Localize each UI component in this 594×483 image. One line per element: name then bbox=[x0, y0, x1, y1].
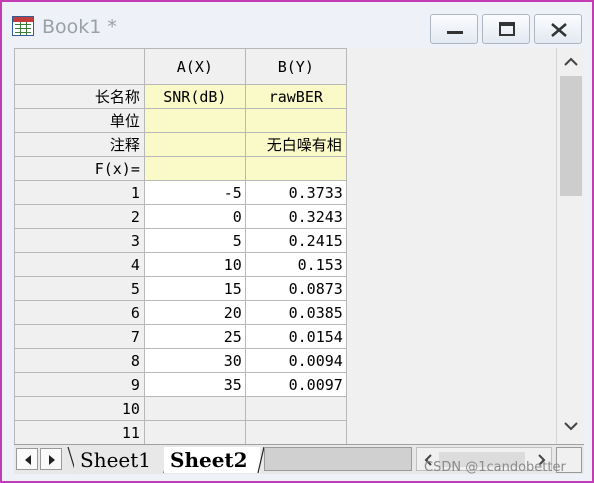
maximize-button[interactable] bbox=[482, 14, 530, 44]
row-number[interactable]: 11 bbox=[14, 420, 145, 445]
cell-b-units[interactable] bbox=[244, 108, 347, 133]
cell-b[interactable]: 0.0385 bbox=[244, 300, 347, 325]
cell-a[interactable]: 5 bbox=[143, 228, 246, 253]
cell-b-fx[interactable] bbox=[244, 156, 347, 181]
row-number[interactable]: 6 bbox=[14, 300, 145, 325]
cell-a-units[interactable] bbox=[143, 108, 246, 133]
vertical-scrollbar[interactable] bbox=[556, 48, 584, 444]
cell-b[interactable]: 0.0094 bbox=[244, 348, 347, 373]
cell-b[interactable]: 0.0154 bbox=[244, 324, 347, 349]
cell-a[interactable]: -5 bbox=[143, 180, 246, 205]
window-title: Book1 * bbox=[42, 16, 117, 38]
cell-a[interactable] bbox=[143, 420, 246, 445]
cell-b[interactable]: 0.3733 bbox=[244, 180, 347, 205]
maximize-icon bbox=[499, 22, 515, 36]
cell-a[interactable] bbox=[143, 396, 246, 421]
cell-b[interactable]: 0.0873 bbox=[244, 276, 347, 301]
close-icon bbox=[551, 23, 567, 37]
vertical-scroll-thumb[interactable] bbox=[560, 76, 582, 196]
column-header-a[interactable]: A(X) bbox=[143, 48, 246, 85]
cell-a[interactable]: 15 bbox=[143, 276, 246, 301]
cell-a[interactable]: 30 bbox=[143, 348, 246, 373]
empty-area bbox=[346, 48, 556, 445]
tab-area-splitter[interactable] bbox=[264, 447, 412, 471]
cell-a-comments[interactable] bbox=[143, 132, 246, 157]
cell-b[interactable]: 0.0097 bbox=[244, 372, 347, 397]
row-label-fx[interactable]: F(x)= bbox=[14, 156, 145, 181]
workbook-window: Book1 * A(X) B(Y) 长名称 SNR(dB) rawBER 单位 … bbox=[0, 0, 594, 483]
cell-a[interactable]: 35 bbox=[143, 372, 246, 397]
row-number[interactable]: 5 bbox=[14, 276, 145, 301]
close-button[interactable] bbox=[534, 14, 582, 44]
triangle-right-icon bbox=[49, 455, 55, 465]
tab-sheet2[interactable]: Sheet2 bbox=[164, 447, 260, 473]
column-header-b[interactable]: B(Y) bbox=[244, 48, 347, 85]
next-sheet-button[interactable] bbox=[40, 448, 62, 470]
cell-b-comments[interactable]: 无白噪有相 bbox=[244, 132, 347, 157]
cell-a-fx[interactable] bbox=[143, 156, 246, 181]
minimize-icon bbox=[447, 31, 463, 34]
cell-a[interactable]: 25 bbox=[143, 324, 246, 349]
watermark-text: CSDN @1candobetter bbox=[424, 460, 566, 475]
title-bar[interactable]: Book1 * bbox=[2, 2, 592, 44]
corner-cell[interactable] bbox=[14, 48, 145, 85]
cell-a[interactable]: 20 bbox=[143, 300, 246, 325]
previous-sheet-button[interactable] bbox=[16, 448, 38, 470]
row-number[interactable]: 9 bbox=[14, 372, 145, 397]
row-label-comments[interactable]: 注释 bbox=[14, 132, 145, 157]
row-label-units[interactable]: 单位 bbox=[14, 108, 145, 133]
triangle-left-icon bbox=[25, 455, 31, 465]
cell-a-long-name[interactable]: SNR(dB) bbox=[143, 84, 246, 109]
cell-b-long-name[interactable]: rawBER bbox=[244, 84, 347, 109]
scroll-up-icon[interactable] bbox=[563, 56, 579, 68]
row-number[interactable]: 2 bbox=[14, 204, 145, 229]
cell-b[interactable] bbox=[244, 396, 347, 421]
cell-b[interactable]: 0.2415 bbox=[244, 228, 347, 253]
cell-a[interactable]: 10 bbox=[143, 252, 246, 277]
row-number[interactable]: 7 bbox=[14, 324, 145, 349]
cell-b[interactable]: 0.153 bbox=[244, 252, 347, 277]
scroll-down-icon[interactable] bbox=[563, 420, 579, 432]
row-number[interactable]: 8 bbox=[14, 348, 145, 373]
workbook-icon[interactable] bbox=[12, 16, 34, 36]
row-number[interactable]: 1 bbox=[14, 180, 145, 205]
cell-b[interactable]: 0.3243 bbox=[244, 204, 347, 229]
row-number[interactable]: 10 bbox=[14, 396, 145, 421]
worksheet-grid[interactable]: A(X) B(Y) 长名称 SNR(dB) rawBER 单位 注释 无白噪有相… bbox=[14, 48, 556, 445]
cell-b[interactable] bbox=[244, 420, 347, 445]
row-number[interactable]: 4 bbox=[14, 252, 145, 277]
cell-a[interactable]: 0 bbox=[143, 204, 246, 229]
minimize-button[interactable] bbox=[430, 14, 478, 44]
row-number[interactable]: 3 bbox=[14, 228, 145, 253]
row-label-long-name[interactable]: 长名称 bbox=[14, 84, 145, 109]
tab-sheet1[interactable]: Sheet1 bbox=[74, 447, 166, 473]
